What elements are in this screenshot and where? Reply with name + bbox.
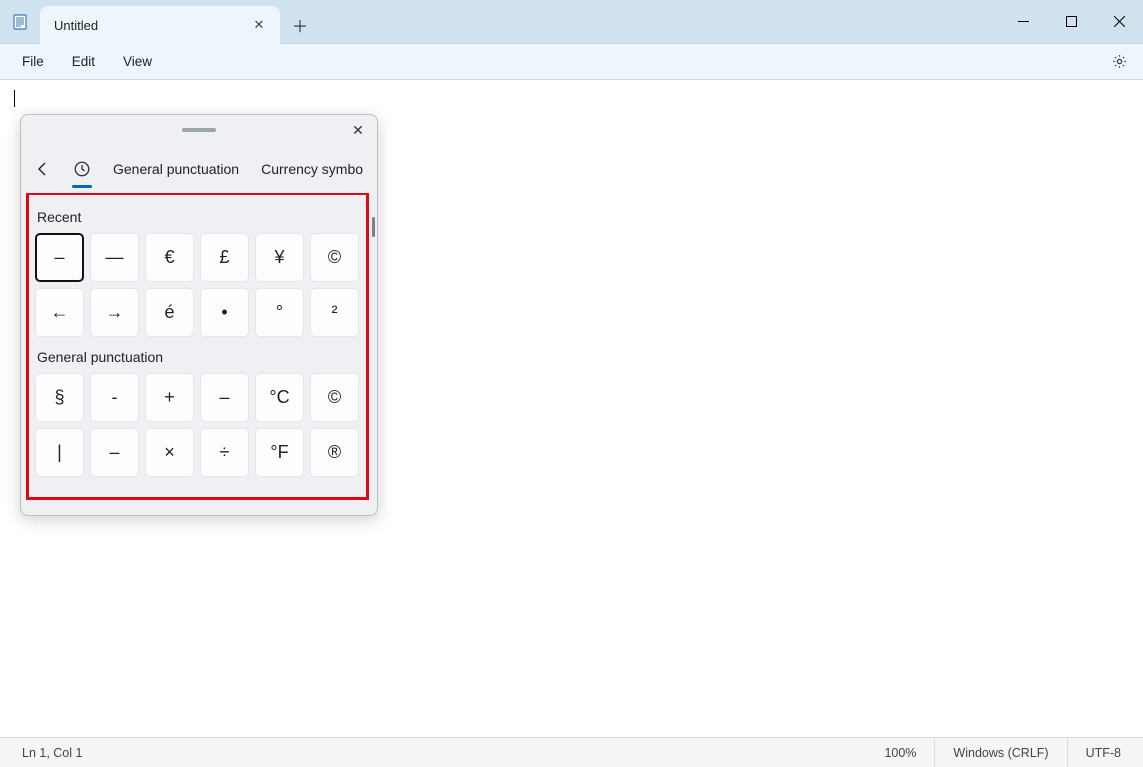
symbol-bullet[interactable]: • [200,288,249,337]
symbol-pipe[interactable]: | [35,428,84,477]
back-arrow-icon[interactable] [35,161,51,177]
status-encoding[interactable]: UTF-8 [1068,738,1139,767]
drag-handle[interactable] [182,128,216,132]
tab-untitled[interactable]: Untitled ✕ [40,6,280,44]
titlebar: Untitled ✕ ＋ [0,0,1143,44]
symbol-copyright-2[interactable]: © [310,373,359,422]
symbol-degree[interactable]: ° [255,288,304,337]
statusbar: Ln 1, Col 1 100% Windows (CRLF) UTF-8 [0,737,1143,767]
maximize-button[interactable] [1047,0,1095,43]
panel-tabs: General punctuation Currency symbo [21,145,377,193]
menu-view[interactable]: View [111,50,164,73]
panel-body: Recent – — € £ ¥ © ← → é • ° ² General p… [21,193,377,515]
tab-close-icon[interactable]: ✕ [248,14,270,36]
symbol-panel: ✕ General punctuation Currency symbo Rec… [20,114,378,516]
symbol-yen[interactable]: ¥ [255,233,304,282]
symbol-left-arrow[interactable]: ← [35,288,84,337]
new-tab-button[interactable]: ＋ [280,6,320,43]
symbol-pound[interactable]: £ [200,233,249,282]
tab-currency-symbols[interactable]: Currency symbo [261,161,363,177]
symbol-hyphen[interactable]: - [90,373,139,422]
minimize-button[interactable] [999,0,1047,43]
symbol-em-dash[interactable]: — [90,233,139,282]
menu-edit[interactable]: Edit [60,50,107,73]
symbol-copyright[interactable]: © [310,233,359,282]
symbol-multiply[interactable]: × [145,428,194,477]
scrollbar[interactable] [372,217,375,237]
symbol-en-dash-2[interactable]: – [200,373,249,422]
tab-title: Untitled [54,18,248,33]
symbol-e-acute[interactable]: é [145,288,194,337]
status-position: Ln 1, Col 1 [4,738,100,767]
symbol-registered[interactable]: ® [310,428,359,477]
symbol-section[interactable]: § [35,373,84,422]
symbol-en-dash[interactable]: – [35,233,84,282]
symbol-fahrenheit[interactable]: °F [255,428,304,477]
symbol-right-arrow[interactable]: → [90,288,139,337]
close-button[interactable] [1095,0,1143,43]
app-icon [0,0,40,43]
symbol-minus[interactable]: – [90,428,139,477]
general-symbols-grid: § - + – °C © | – × ÷ °F ® [21,373,377,477]
recent-symbols-grid: – — € £ ¥ © ← → é • ° ² [21,233,377,337]
menubar: File Edit View [0,44,1143,80]
symbol-euro[interactable]: € [145,233,194,282]
section-label-recent: Recent [21,197,377,233]
symbol-plus[interactable]: + [145,373,194,422]
status-zoom[interactable]: 100% [866,738,935,767]
menu-file[interactable]: File [10,50,56,73]
tab-general-punctuation[interactable]: General punctuation [113,161,239,177]
text-cursor [14,90,15,107]
symbol-superscript-2[interactable]: ² [310,288,359,337]
section-label-general: General punctuation [21,337,377,373]
window-controls [999,0,1143,43]
status-line-ending[interactable]: Windows (CRLF) [935,738,1067,767]
tab-recent[interactable] [73,160,91,178]
symbol-celsius[interactable]: °C [255,373,304,422]
symbol-divide[interactable]: ÷ [200,428,249,477]
panel-close-icon[interactable]: ✕ [345,119,371,141]
panel-header[interactable]: ✕ [21,115,377,145]
settings-button[interactable] [1101,44,1137,80]
